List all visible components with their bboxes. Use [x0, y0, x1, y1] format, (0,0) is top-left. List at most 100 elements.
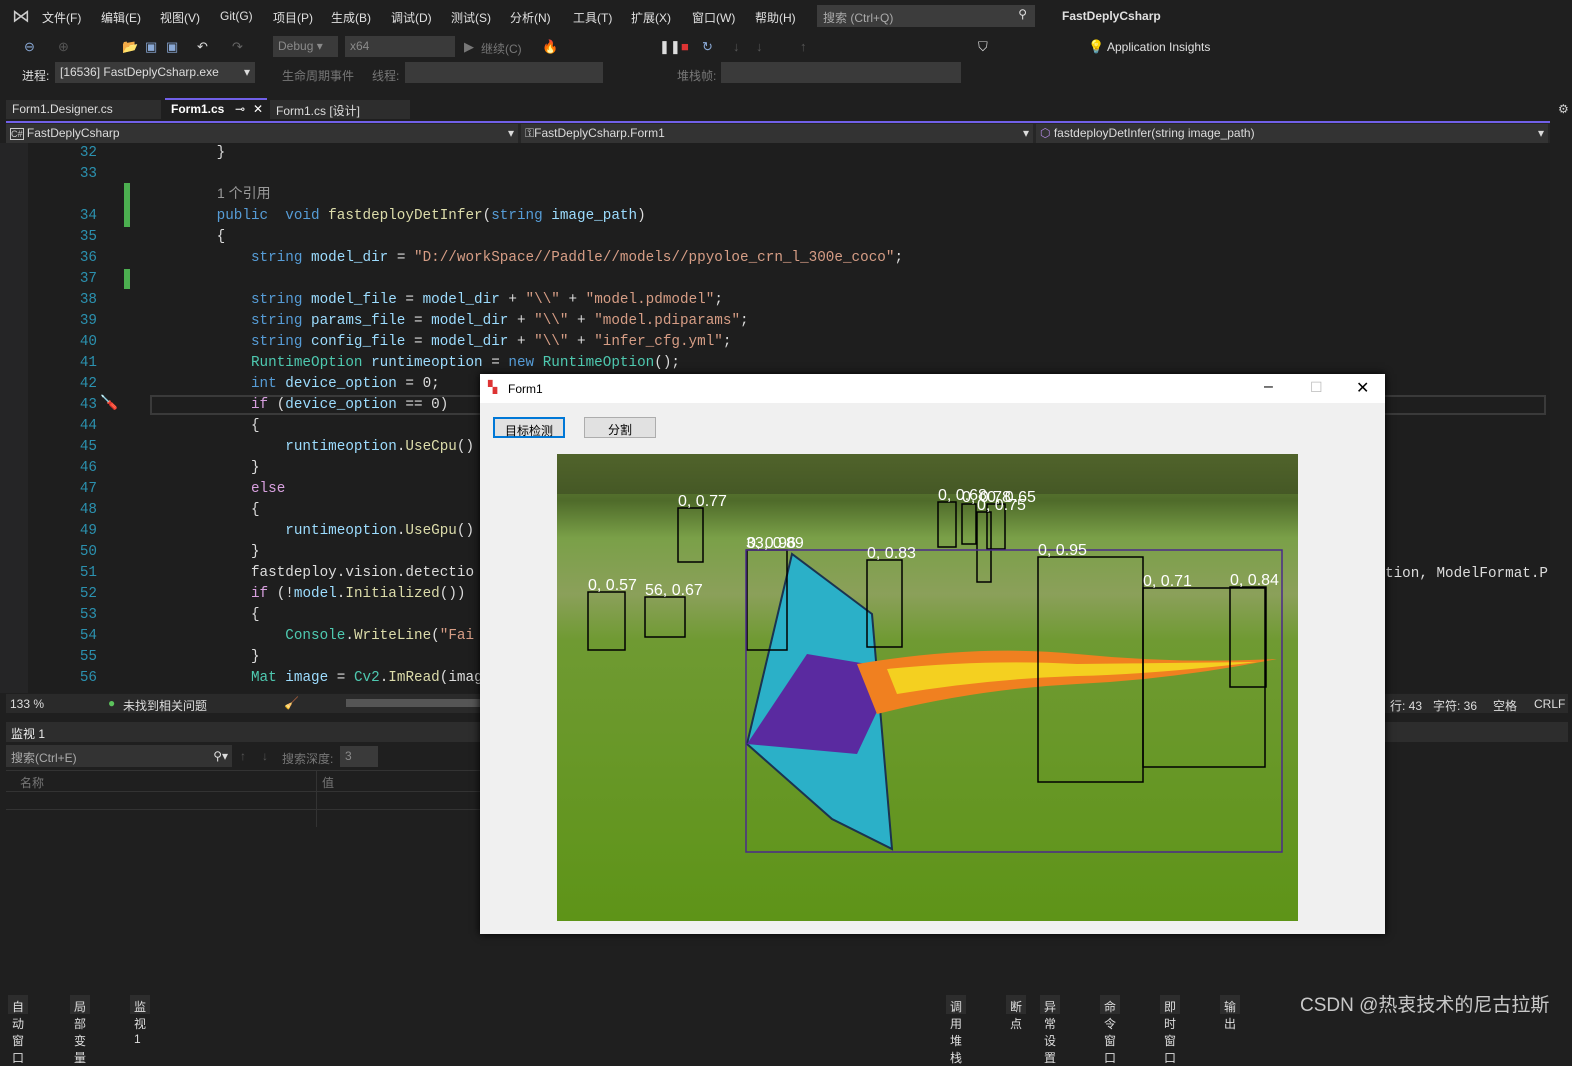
class-dropdown[interactable]: ⚿FastDeplyCsharp.Form1 ▾ [521, 124, 1033, 143]
save-all-icon[interactable]: ▣ [166, 39, 178, 55]
code-token: WriteLine [353, 628, 432, 644]
watch-search-input[interactable]: 搜索(Ctrl+E) ⚲▾ [6, 745, 232, 767]
document-tabs: Form1.Designer.cs Form1.cs ⊸ ✕ Form1.cs [设… [0, 98, 1572, 120]
menu-item[interactable]: 工具(T) [573, 9, 612, 26]
horizontal-scrollbar[interactable] [346, 699, 486, 707]
reference-count-link[interactable]: 1 个引用 [217, 183, 271, 203]
tab-form1-design[interactable]: Form1.cs [设计] [270, 100, 410, 119]
configuration-select[interactable]: Debug ▾ [273, 36, 338, 57]
code-token: "D://workSpace//Paddle//models//ppyoloe_… [413, 250, 895, 266]
screwdriver-icon[interactable]: 🪛 [100, 395, 118, 412]
search-input[interactable]: 搜索 (Ctrl+Q) ⚲ [817, 5, 1035, 27]
code-token: "model.pdmodel" [585, 292, 715, 308]
menu-item[interactable]: 帮助(H) [755, 9, 796, 26]
issues-status[interactable]: 未找到相关问题 [123, 697, 207, 714]
minimize-icon[interactable]: – [1264, 378, 1273, 396]
code-line: { [148, 229, 226, 245]
code-token: device_option [285, 397, 397, 413]
panel-tab[interactable]: 异常设置 [1040, 995, 1061, 1065]
application-insights-button[interactable]: Application Insights [1107, 40, 1210, 54]
form1-title-bar[interactable]: ▚ Form1 – ☐ ✕ [480, 374, 1385, 403]
menu-item[interactable]: 生成(B) [331, 9, 371, 26]
back-icon[interactable]: ⊖ [24, 39, 35, 55]
code-line: if (!model.Initialized()) [148, 586, 466, 602]
continue-button[interactable]: 继续(C) [481, 40, 522, 57]
bookmark-icon[interactable]: ⛉ [978, 39, 988, 55]
open-icon[interactable]: 📂 [122, 39, 138, 55]
code-token: Cv2 [353, 670, 380, 686]
menu-item[interactable]: 扩展(X) [631, 9, 671, 26]
pause-icon[interactable]: ❚❚ [659, 39, 681, 55]
platform-select[interactable]: x64 [345, 36, 455, 57]
forward-icon[interactable]: ⊕ [58, 39, 69, 55]
menu-item[interactable]: 编辑(E) [101, 9, 141, 26]
maximize-icon[interactable]: ☐ [1310, 379, 1323, 396]
settings-icon[interactable]: ⚙ [1558, 102, 1569, 116]
menu-item[interactable]: 分析(N) [510, 9, 551, 26]
close-icon[interactable]: ✕ [1356, 378, 1369, 398]
tab-form1-designer-cs[interactable]: Form1.Designer.cs [6, 100, 161, 119]
stop-icon[interactable]: ■ [681, 39, 689, 54]
code-token: fastdeployDetInfer [328, 208, 483, 224]
column-header-value[interactable]: 值 [322, 774, 334, 791]
menu-item[interactable]: 视图(V) [160, 9, 200, 26]
panel-tab[interactable]: 即时窗口 [1160, 995, 1181, 1065]
code-token: (! [276, 586, 294, 602]
zoom-select[interactable]: 133 % [10, 697, 44, 711]
member-dropdown[interactable]: ⬡ fastdeployDetInfer(string image_path) ▾ [1036, 124, 1548, 143]
code-line: int device_option = 0; [148, 376, 440, 392]
menu-item[interactable]: Git(G) [220, 9, 253, 23]
menu-item[interactable]: 窗口(W) [692, 9, 735, 26]
detect-button[interactable]: 目标检测 [493, 417, 565, 438]
indent-status[interactable]: 空格 [1493, 697, 1517, 714]
continue-icon[interactable]: ▶ [464, 39, 474, 55]
panel-tab[interactable]: 局部变量 [70, 995, 91, 1065]
step-into-icon[interactable]: ↓ [733, 39, 740, 54]
panel-tab[interactable]: 命令窗口 [1100, 995, 1121, 1065]
line-ending-status[interactable]: CRLF [1534, 697, 1565, 711]
restart-icon[interactable]: ↻ [702, 39, 713, 55]
brush-icon[interactable]: 🧹 [284, 696, 299, 710]
lifecycle-events-button[interactable]: 生命周期事件 [282, 67, 354, 84]
menu-item[interactable]: 文件(F) [42, 9, 81, 26]
panel-tab[interactable]: 监视 1 [130, 995, 151, 1046]
code-token: + [508, 313, 535, 329]
step-out-icon[interactable]: ↑ [800, 39, 807, 54]
code-token: + [499, 292, 526, 308]
line-number: 45 [79, 439, 97, 455]
line-number: 44 [79, 418, 97, 434]
undo-icon[interactable]: ↶ [197, 39, 208, 55]
search-placeholder: 搜索 (Ctrl+Q) [823, 11, 894, 25]
save-icon[interactable]: ▣ [145, 39, 157, 55]
panel-tab[interactable]: 输出 [1220, 995, 1241, 1031]
menu-item[interactable]: 调试(D) [391, 9, 432, 26]
panel-tab[interactable]: 自动窗口 [8, 995, 29, 1065]
search-down-icon[interactable]: ↓ [262, 749, 268, 763]
search-depth-select[interactable]: 3 [340, 746, 378, 767]
form-title: Form1 [508, 382, 543, 396]
line-number: 48 [79, 502, 97, 518]
redo-icon[interactable]: ↷ [232, 39, 243, 55]
step-over-icon[interactable]: ↓ [756, 39, 763, 54]
code-token: Console [148, 628, 346, 644]
tab-form1-cs[interactable]: Form1.cs ⊸ ✕ [165, 98, 267, 119]
close-tab-icon[interactable]: ✕ [253, 102, 263, 116]
code-token: } [148, 544, 260, 560]
project-dropdown[interactable]: C# FastDeplyCsharp ▾ [6, 124, 518, 143]
panel-tab[interactable]: 断点 [1006, 995, 1027, 1031]
code-token: + [568, 334, 595, 350]
column-header-name[interactable]: 名称 [20, 774, 44, 791]
hot-reload-icon[interactable]: 🔥 [542, 39, 558, 55]
code-token: ( [482, 208, 492, 224]
segment-button[interactable]: 分割 [584, 417, 656, 438]
pin-icon[interactable]: ⊸ [235, 102, 245, 116]
stack-frame-select[interactable] [721, 62, 961, 83]
code-token: = 0; [396, 376, 440, 392]
code-token: string [148, 292, 312, 308]
process-select[interactable]: [16536] FastDeplyCsharp.exe ▾ [55, 62, 255, 83]
menu-item[interactable]: 项目(P) [273, 9, 313, 26]
panel-tab[interactable]: 调用堆栈 [946, 995, 967, 1065]
search-up-icon[interactable]: ↑ [240, 749, 246, 763]
menu-item[interactable]: 测试(S) [451, 9, 491, 26]
thread-select[interactable] [405, 62, 603, 83]
